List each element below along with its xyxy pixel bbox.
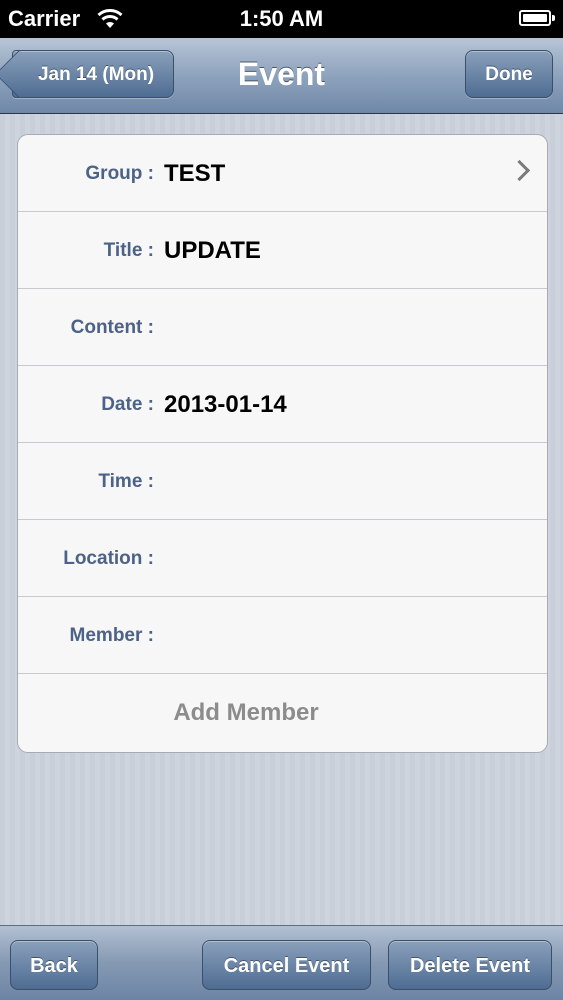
date-label: Date : bbox=[101, 394, 154, 415]
title-value: UPDATE bbox=[164, 237, 261, 264]
battery-icon bbox=[519, 10, 555, 26]
time-row[interactable]: Time : bbox=[18, 443, 547, 520]
group-label: Group : bbox=[85, 163, 154, 184]
done-button[interactable]: Done bbox=[465, 50, 553, 98]
add-member-button[interactable]: Add Member bbox=[18, 674, 474, 752]
time-label: Time : bbox=[98, 471, 154, 492]
title-row[interactable]: Title : UPDATE bbox=[18, 212, 547, 289]
status-time: 1:50 AM bbox=[239, 6, 324, 31]
date-row[interactable]: Date : 2013-01-14 bbox=[18, 366, 547, 443]
back-button[interactable]: Back bbox=[10, 940, 98, 990]
location-row[interactable]: Location : bbox=[18, 520, 547, 597]
member-row[interactable]: Member : bbox=[18, 597, 547, 674]
content-label: Content : bbox=[70, 317, 154, 338]
chevron-right-icon bbox=[508, 159, 531, 182]
group-row[interactable]: Group : TEST bbox=[18, 135, 547, 212]
add-member-row[interactable]: Add Member bbox=[18, 674, 547, 752]
group-value: TEST bbox=[164, 160, 226, 187]
bottom-toolbar: Back Cancel Event Delete Event bbox=[0, 925, 563, 1000]
date-value: 2013-01-14 bbox=[164, 391, 287, 418]
location-label: Location : bbox=[63, 548, 154, 569]
status-bar: Carrier 1:50 AM bbox=[0, 0, 563, 38]
member-label: Member : bbox=[69, 625, 154, 646]
navigation-bar: Jan 14 (Mon) Event Done bbox=[0, 38, 563, 114]
delete-event-button[interactable]: Delete Event bbox=[388, 940, 552, 990]
event-form-table: Group : TEST Title : UPDATE Content : Da… bbox=[17, 134, 548, 753]
cancel-event-button[interactable]: Cancel Event bbox=[202, 940, 371, 990]
content-area: Group : TEST Title : UPDATE Content : Da… bbox=[0, 114, 563, 925]
title-label: Title : bbox=[103, 240, 154, 261]
content-row[interactable]: Content : bbox=[18, 289, 547, 366]
